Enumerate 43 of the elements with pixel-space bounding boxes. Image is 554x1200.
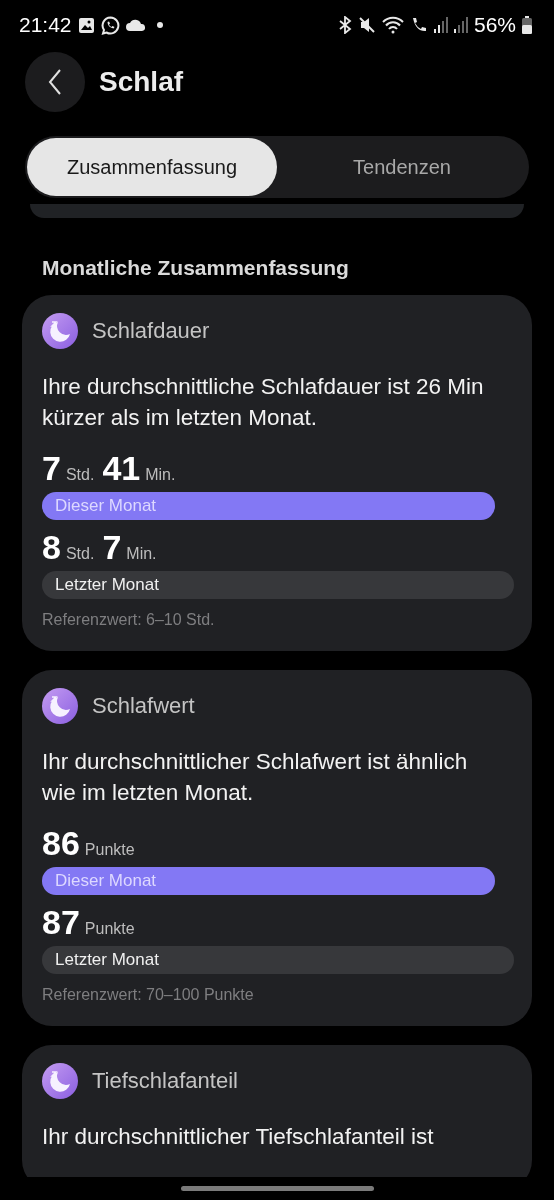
card-title: Schlafwert <box>92 693 195 719</box>
reference-text: Referenzwert: 6–10 Std. <box>42 611 216 629</box>
value-unit: Min. <box>126 545 157 563</box>
mute-icon <box>357 16 376 34</box>
moon-icon <box>42 688 78 724</box>
comparison-bar: Dieser Monat <box>42 492 496 520</box>
value-unit: Min. <box>145 466 176 484</box>
signal-icon <box>453 17 468 33</box>
moon-icon <box>42 1063 78 1099</box>
value-unit: Punkte <box>84 920 135 938</box>
value-unit: Punkte <box>84 841 135 859</box>
value-number: 7 <box>42 449 61 488</box>
clock: 21:42 <box>19 13 72 37</box>
comparison-bar: Letzter Monat <box>42 571 514 599</box>
summary-text: Ihr durchschnittlicher Tiefschlafanteil ist <box>42 1123 435 1151</box>
summary-text: Ihr durchschnittlicher Schlafwert ist ähnlich wie im letzten Monat. <box>42 748 469 807</box>
value-number: 7 <box>102 528 122 567</box>
value-unit: Std. <box>65 466 95 484</box>
value-number: 86 <box>42 824 80 863</box>
signal-icon <box>433 17 448 33</box>
cloud-icon <box>125 19 146 31</box>
tab[interactable]: Tendenzen <box>277 138 527 196</box>
value-number: 41 <box>102 449 141 488</box>
moon-icon <box>42 313 78 349</box>
chat-icon <box>100 15 120 35</box>
comparison-bar: Dieser Monat <box>42 867 496 895</box>
battery-level: 56% <box>473 13 516 37</box>
reference-text: Referenzwert: 70–100 Punkte <box>42 986 255 1004</box>
bluetooth-icon <box>337 16 352 34</box>
battery-icon <box>522 16 532 34</box>
section-title: Monatliche Zusammenfassung <box>42 256 350 280</box>
tab[interactable]: Zusammenfassung <box>27 138 277 196</box>
value-number: 87 <box>42 903 80 942</box>
value-number: 8 <box>42 528 61 567</box>
comparison-bar: Letzter Monat <box>42 946 514 974</box>
wifi-icon <box>381 16 404 34</box>
summary-text: Ihre durchschnittliche Schlafdauer ist 26 Min kürzer als im letzten Monat. <box>42 373 485 432</box>
image-icon <box>77 16 95 34</box>
page-title: Schlaf <box>99 66 184 98</box>
back-icon <box>48 69 62 95</box>
card-title: Schlafdauer <box>92 318 210 344</box>
card-title: Tiefschlafanteil <box>92 1068 238 1094</box>
value-unit: Std. <box>65 545 95 563</box>
